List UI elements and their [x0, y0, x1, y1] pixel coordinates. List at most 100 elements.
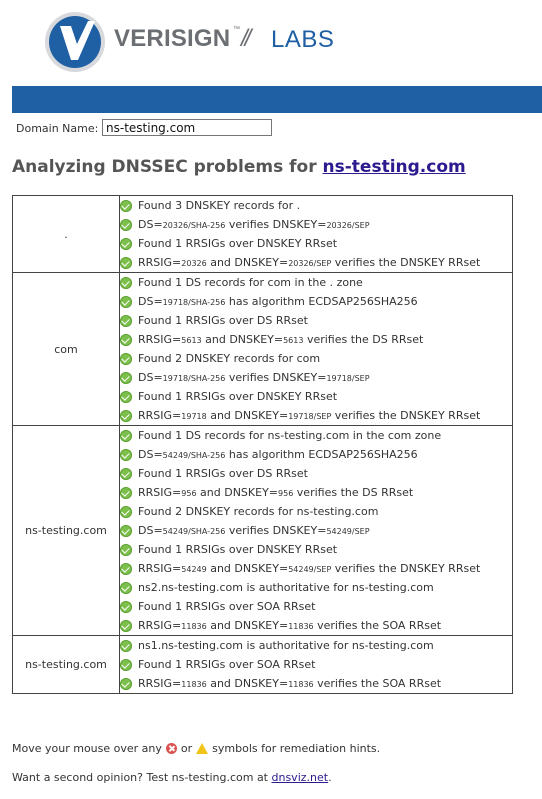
check-item[interactable]: Found 1 RRSIGs over SOA RRset [120, 655, 512, 674]
check-text-part: and DNSKEY= [206, 618, 289, 632]
key-tag: 20326 [181, 258, 207, 268]
check-item[interactable]: RRSIG=11836 and DNSKEY=11836 verifies th… [120, 674, 512, 693]
key-tag: 11836 [181, 621, 207, 631]
brand-separator: // [241, 25, 251, 52]
second-opinion-text: Want a second opinion? Test ns-testing.c… [12, 771, 268, 784]
check-text-part: verifies the DS RRset [293, 485, 414, 499]
check-circle-icon [120, 543, 132, 556]
check-item[interactable]: Found 2 DNSKEY records for ns-testing.co… [120, 502, 512, 521]
check-item[interactable]: RRSIG=956 and DNSKEY=956 verifies the DS… [120, 483, 512, 502]
check-item[interactable]: Found 3 DNSKEY records for . [120, 196, 512, 215]
check-item[interactable]: RRSIG=11836 and DNSKEY=11836 verifies th… [120, 616, 512, 635]
key-tag: 5613 [181, 335, 202, 345]
trademark-mark: ™ [233, 26, 240, 33]
key-tag: 54249/SHA-256 [162, 450, 226, 460]
check-item[interactable]: DS=54249/SHA-256 has algorithm ECDSAP256… [120, 445, 512, 464]
check-circle-icon [120, 524, 132, 537]
key-tag: 54249/SHA-256 [162, 526, 226, 536]
zone-row: ns-testing.com Found 1 DS records for ns-… [12, 425, 513, 636]
check-text-part: verifies the DNSKEY RRset [331, 255, 481, 269]
check-text-part: ns1.ns-testing.com is authoritative for … [138, 639, 434, 652]
check-item[interactable]: ns2.ns-testing.com is authoritative for … [120, 578, 512, 597]
check-circle-icon [120, 658, 132, 671]
check-item[interactable]: RRSIG=20326 and DNSKEY=20326/SEP verifie… [120, 253, 512, 272]
check-item[interactable]: DS=19718/SHA-256 has algorithm ECDSAP256… [120, 292, 512, 311]
check-item[interactable]: RRSIG=54249 and DNSKEY=54249/SEP verifie… [120, 559, 512, 578]
check-text: Found 1 DS records for ns-testing.com in… [138, 426, 441, 445]
check-circle-icon [120, 581, 132, 594]
check-item[interactable]: Found 2 DNSKEY records for com [120, 349, 512, 368]
zone-name: . [12, 195, 120, 273]
key-tag: 11836 [288, 679, 314, 689]
check-text: DS=54249/SHA-256 has algorithm ECDSAP256… [138, 445, 418, 465]
check-text-part: DS= [138, 294, 163, 308]
check-circle-icon [120, 639, 132, 652]
key-tag: 54249/SEP [326, 526, 370, 536]
brand-labs: LABS [271, 26, 335, 53]
check-circle-icon [120, 333, 132, 346]
dnsviz-link[interactable]: dnsviz.net [272, 771, 329, 784]
check-item[interactable]: RRSIG=19718 and DNSKEY=19718/SEP verifie… [120, 406, 512, 425]
check-text-part: and DNSKEY= [196, 485, 279, 499]
check-circle-icon [120, 486, 132, 499]
check-circle-icon [120, 256, 132, 269]
check-text: RRSIG=20326 and DNSKEY=20326/SEP verifie… [138, 253, 480, 273]
check-text-part: and DNSKEY= [206, 676, 289, 690]
zone-row: . Found 3 DNSKEY records for . DS=20326/SH… [12, 195, 513, 273]
key-tag: 956 [278, 488, 294, 498]
results-table: . Found 3 DNSKEY records for . DS=20326/SH… [12, 195, 513, 694]
check-text: Found 1 RRSIGs over DNSKEY RRset [138, 387, 337, 406]
check-text-part: Found 1 RRSIGs over SOA RRset [138, 600, 316, 613]
check-item[interactable]: Found 1 RRSIGs over DNSKEY RRset [120, 234, 512, 253]
check-text: RRSIG=19718 and DNSKEY=19718/SEP verifie… [138, 406, 480, 426]
key-tag: 54249 [181, 564, 207, 574]
key-tag: 19718 [181, 411, 207, 421]
check-text-part: Found 1 RRSIGs over DNSKEY RRset [138, 390, 338, 403]
check-text-part: DS= [138, 217, 163, 231]
check-item[interactable]: ns1.ns-testing.com is authoritative for … [120, 636, 512, 655]
check-text-part: Found 1 RRSIGs over SOA RRset [138, 658, 316, 671]
page-title: Analyzing DNSSEC problems for ns-testing… [12, 157, 466, 177]
check-text-part: Found 1 RRSIGs over DS RRset [138, 467, 308, 480]
check-item[interactable]: Found 1 RRSIGs over DNSKEY RRset [120, 387, 512, 406]
check-item[interactable]: Found 1 DS records for ns-testing.com in… [120, 426, 512, 445]
check-item[interactable]: Found 1 RRSIGs over DNSKEY RRset [120, 540, 512, 559]
check-item[interactable]: Found 1 RRSIGs over SOA RRset [120, 597, 512, 616]
check-circle-icon [120, 371, 132, 384]
domain-input[interactable] [102, 119, 272, 136]
verisign-logo-icon [45, 12, 105, 72]
check-text: Found 2 DNSKEY records for com [138, 349, 320, 368]
check-text: RRSIG=5613 and DNSKEY=5613 verifies the … [138, 330, 423, 350]
error-circle-icon [165, 743, 177, 754]
check-circle-icon [120, 237, 132, 250]
check-circle-icon [120, 467, 132, 480]
key-tag: 20326/SEP [326, 220, 370, 230]
check-text-part: verifies the DNSKEY RRset [331, 408, 481, 422]
check-text-part: RRSIG= [138, 618, 182, 632]
domain-label: Domain Name: [16, 122, 99, 135]
check-text-part: and DNSKEY= [206, 255, 289, 269]
title-domain-link[interactable]: ns-testing.com [323, 157, 466, 177]
check-item[interactable]: DS=19718/SHA-256 verifies DNSKEY=19718/S… [120, 368, 512, 387]
check-item[interactable]: Found 1 DS records for com in the . zone [120, 273, 512, 292]
check-item[interactable]: RRSIG=5613 and DNSKEY=5613 verifies the … [120, 330, 512, 349]
check-text-part: Found 2 DNSKEY records for ns-testing.co… [138, 505, 379, 518]
second-opinion-period: . [328, 771, 332, 784]
check-text-part: and DNSKEY= [201, 332, 284, 346]
check-circle-icon [120, 677, 132, 690]
check-text-part: verifies DNSKEY= [225, 523, 327, 537]
check-item[interactable]: Found 1 RRSIGs over DS RRset [120, 464, 512, 483]
zone-row: com Found 1 DS records for com in the . z… [12, 272, 513, 426]
check-text-part: RRSIG= [138, 485, 182, 499]
key-tag: 19718/SEP [326, 373, 370, 383]
key-tag: 19718/SHA-256 [162, 373, 226, 383]
brand-name: VERISIGN [114, 25, 231, 52]
check-text: DS=20326/SHA-256 verifies DNSKEY=20326/S… [138, 215, 370, 235]
zone-name: ns-testing.com [12, 425, 120, 636]
check-circle-icon [120, 314, 132, 327]
check-item[interactable]: Found 1 RRSIGs over DS RRset [120, 311, 512, 330]
check-circle-icon [120, 390, 132, 403]
check-item[interactable]: DS=54249/SHA-256 verifies DNSKEY=54249/S… [120, 521, 512, 540]
check-text-part: RRSIG= [138, 408, 182, 422]
check-item[interactable]: DS=20326/SHA-256 verifies DNSKEY=20326/S… [120, 215, 512, 234]
